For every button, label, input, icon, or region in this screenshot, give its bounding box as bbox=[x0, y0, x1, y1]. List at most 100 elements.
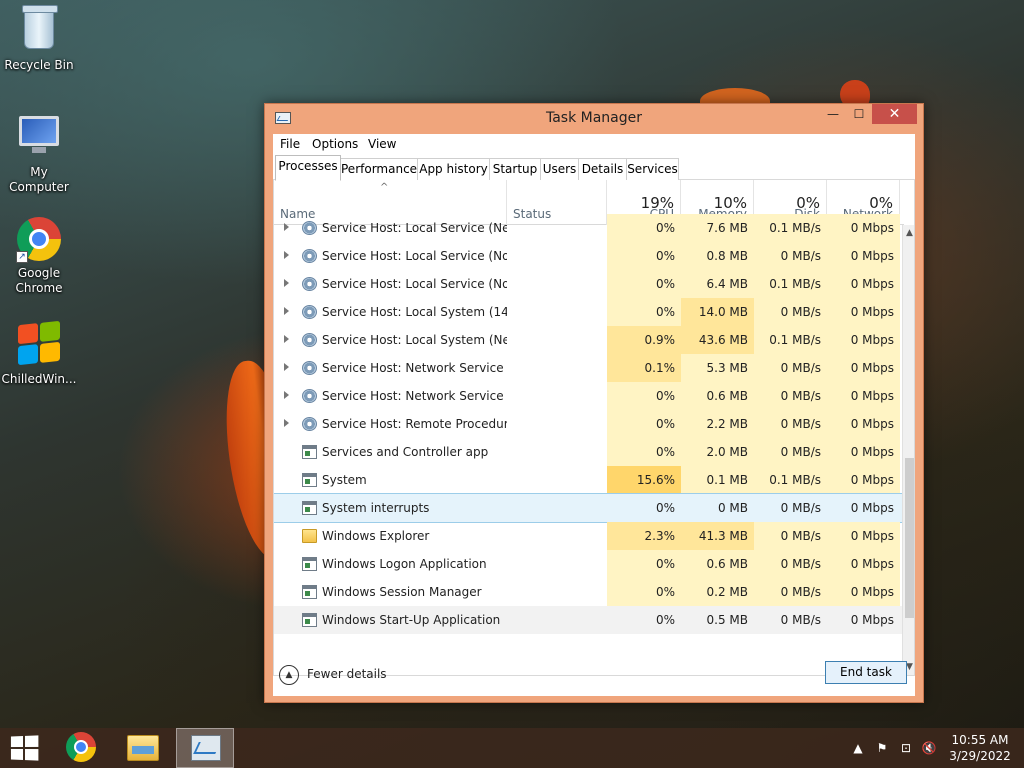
tab-performance[interactable]: Performance bbox=[340, 158, 418, 180]
network-value: 0 Mbps bbox=[827, 382, 900, 410]
desktop-icon-google-chrome[interactable]: ↗ Google Chrome bbox=[0, 216, 78, 296]
table-row[interactable]: Windows Session Manager 0% 0.2 MB 0 MB/s 0 M… bbox=[274, 578, 904, 606]
gear-icon bbox=[302, 305, 317, 319]
shortcut-arrow-icon: ↗ bbox=[16, 251, 28, 263]
disk-value: 0 MB/s bbox=[754, 298, 827, 326]
table-row[interactable]: Service Host: Local System (14) 0% 14.0 MB… bbox=[274, 298, 904, 326]
desktop-icon-recycle-bin[interactable]: Recycle Bin bbox=[0, 5, 78, 73]
table-row[interactable]: Services and Controller app 0% 2.0 MB 0 MB/… bbox=[274, 438, 904, 466]
table-row[interactable]: Service Host: Local System (Net... 0.9% 43… bbox=[274, 326, 904, 354]
table-row[interactable]: Service Host: Local Service (No l... 0%0.… bbox=[274, 242, 904, 270]
disk-value: 0 MB/s bbox=[754, 522, 827, 550]
table-row[interactable]: Windows Start-Up Application 0% 0.5 MB 0 MB… bbox=[274, 606, 904, 634]
tab-services[interactable]: Services bbox=[626, 158, 679, 180]
memory-value: 0 MB bbox=[717, 501, 748, 515]
windows-logo-icon bbox=[18, 320, 60, 366]
menu-file[interactable]: File bbox=[280, 137, 300, 151]
cpu-value: 2.3% bbox=[607, 522, 681, 550]
cpu-value: 0% bbox=[607, 438, 681, 466]
expand-arrow-icon[interactable] bbox=[284, 307, 289, 315]
memory-value: 7.6 MB bbox=[681, 214, 754, 242]
table-row[interactable]: System 15.6% 0.1 MB 0.1 MB/s 0 Mbps bbox=[274, 466, 904, 494]
memory-value: 5.3 MB bbox=[681, 354, 754, 382]
minimize-button[interactable]: — bbox=[820, 104, 846, 124]
network-value: 0 Mbps bbox=[827, 270, 900, 298]
table-row[interactable]: Service Host: Network Service (... 0% 0.6 … bbox=[274, 382, 904, 410]
expand-arrow-icon[interactable] bbox=[284, 391, 289, 399]
process-name: Services and Controller app bbox=[322, 445, 489, 459]
table-row[interactable]: Service Host: Local Service (No ... 0% 6.4… bbox=[274, 270, 904, 298]
taskbar-app-chrome[interactable] bbox=[52, 728, 110, 768]
taskbar-app-file-explorer[interactable] bbox=[114, 728, 172, 768]
process-name: Service Host: Local Service (No l... bbox=[322, 249, 507, 263]
task-manager-icon bbox=[191, 735, 221, 761]
table-row[interactable]: System interrupts 0% 0 MB 0 MB/s 0 Mbps bbox=[274, 493, 905, 523]
menu-view[interactable]: View bbox=[368, 137, 396, 151]
cpu-value: 0% bbox=[607, 382, 681, 410]
cpu-value: 0% bbox=[607, 550, 681, 578]
network-icon[interactable]: ⊡ bbox=[898, 740, 914, 756]
desktop-icon-my-computer[interactable]: My Computer bbox=[0, 112, 78, 195]
network-value: 0 Mbps bbox=[827, 326, 900, 354]
memory-value: 41.3 MB bbox=[681, 522, 754, 550]
tab-processes[interactable]: Processes bbox=[275, 155, 341, 181]
computer-icon bbox=[19, 116, 59, 153]
table-row[interactable]: Service Host: Network Service (4) 0.1% 5.3… bbox=[274, 354, 904, 382]
expand-arrow-icon[interactable] bbox=[284, 223, 289, 231]
gear-icon bbox=[302, 333, 317, 347]
expand-arrow-icon[interactable] bbox=[284, 363, 289, 371]
disk-value: 0 MB/s bbox=[754, 242, 827, 270]
taskbar-clock[interactable]: 10:55 AM 3/29/2022 bbox=[940, 732, 1020, 764]
memory-value: 2.2 MB bbox=[681, 410, 754, 438]
taskbar: ▲ ⚑ ⊡ 🔇 10:55 AM 3/29/2022 bbox=[0, 728, 1024, 768]
cpu-value: 0% bbox=[607, 578, 681, 606]
volume-muted-icon[interactable]: 🔇 bbox=[921, 740, 937, 756]
taskbar-app-task-manager[interactable] bbox=[176, 728, 234, 768]
tray-chevron-icon[interactable]: ▲ bbox=[850, 740, 866, 756]
gear-icon bbox=[302, 389, 317, 403]
cpu-value: 0% bbox=[607, 410, 681, 438]
network-value: 0 Mbps bbox=[850, 501, 894, 515]
end-task-button[interactable]: End task bbox=[825, 661, 907, 684]
process-name: System bbox=[322, 473, 367, 487]
table-row[interactable]: Service Host: Local Service (Net... 0% 7.6… bbox=[274, 214, 904, 242]
process-name: Service Host: Local Service (No ... bbox=[322, 277, 507, 291]
desktop-icon-label: My Computer bbox=[9, 165, 69, 194]
scroll-thumb[interactable] bbox=[905, 458, 914, 618]
desktop-icon-chilledwin[interactable]: ChilledWin... bbox=[0, 320, 78, 387]
tab-users[interactable]: Users bbox=[540, 158, 579, 180]
table-row[interactable]: Windows Logon Application 0% 0.6 MB 0 MB/s 0… bbox=[274, 550, 904, 578]
tab-details[interactable]: Details bbox=[578, 158, 627, 180]
network-value: 0 Mbps bbox=[827, 550, 900, 578]
maximize-button[interactable]: ☐ bbox=[846, 104, 872, 124]
expand-arrow-icon[interactable] bbox=[284, 335, 289, 343]
network-value: 0 Mbps bbox=[827, 242, 900, 270]
network-value: 0 Mbps bbox=[827, 438, 900, 466]
process-name: Service Host: Local Service (Net... bbox=[322, 221, 507, 235]
memory-value: 0.5 MB bbox=[706, 613, 748, 627]
tab-app-history[interactable]: App history bbox=[417, 158, 490, 180]
cpu-value: 0% bbox=[655, 613, 675, 627]
table-row[interactable]: Service Host: Remote Procedure... 0% 2.2 M… bbox=[274, 410, 904, 438]
start-button[interactable] bbox=[10, 735, 39, 761]
action-center-flag-icon[interactable]: ⚑ bbox=[874, 740, 890, 756]
table-row[interactable]: Windows Explorer 2.3% 41.3 MB 0 MB/s 0 Mbps bbox=[274, 522, 904, 550]
disk-value: 0 MB/s bbox=[754, 578, 827, 606]
desktop-icon-label: Recycle Bin bbox=[4, 58, 74, 72]
scroll-up-arrow-icon[interactable]: ▲ bbox=[903, 225, 914, 241]
cpu-value: 0% bbox=[607, 270, 681, 298]
cpu-value: 0% bbox=[655, 501, 675, 515]
folder-icon bbox=[127, 735, 159, 761]
menu-options[interactable]: Options bbox=[312, 137, 358, 151]
expand-arrow-icon[interactable] bbox=[284, 251, 289, 259]
gear-icon bbox=[302, 361, 317, 375]
tab-startup[interactable]: Startup bbox=[489, 158, 541, 180]
recycle-bin-icon bbox=[22, 5, 58, 49]
desktop-icon-label: Google Chrome bbox=[15, 266, 63, 295]
memory-value: 14.0 MB bbox=[681, 298, 754, 326]
title-bar[interactable]: Task Manager — ☐ ✕ bbox=[265, 104, 923, 134]
expand-arrow-icon[interactable] bbox=[284, 419, 289, 427]
expand-arrow-icon[interactable] bbox=[284, 279, 289, 287]
close-button[interactable]: ✕ bbox=[872, 104, 917, 124]
vertical-scrollbar[interactable]: ▲ ▼ bbox=[902, 225, 914, 675]
